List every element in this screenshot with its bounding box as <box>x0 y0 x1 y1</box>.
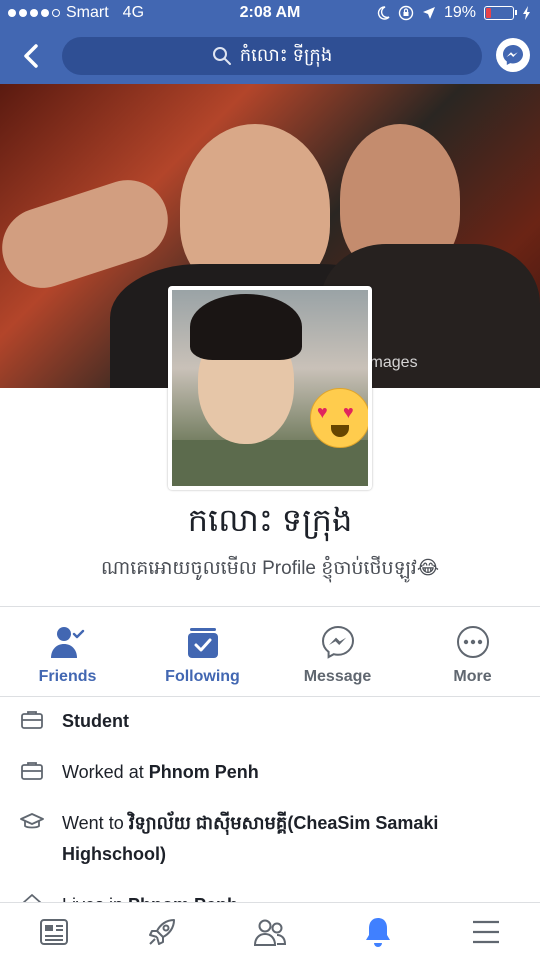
friends-icon <box>50 627 84 658</box>
tab-friends[interactable] <box>216 903 324 961</box>
more-label: More <box>453 668 492 685</box>
intro-education: Went to វិទ្យាល័យ ជាស៊ីមសាមគ្គី(CheaSim … <box>0 798 540 880</box>
battery-percent: 19% <box>443 4 476 21</box>
work-place-link[interactable]: Phnom Penh <box>149 762 259 782</box>
intro-student: Student <box>0 696 540 747</box>
message-button[interactable]: Message <box>270 612 405 696</box>
briefcase-icon <box>21 711 43 729</box>
message-label: Message <box>303 668 372 685</box>
back-icon <box>24 44 38 68</box>
battery-icon <box>484 6 517 20</box>
messenger-icon <box>321 625 354 659</box>
back-button[interactable] <box>16 40 48 72</box>
location-icon <box>422 7 435 19</box>
tab-notifications[interactable] <box>324 903 432 961</box>
intro-work: Worked at Phnom Penh <box>0 747 540 798</box>
news-feed-icon <box>40 919 68 945</box>
profile-picture-image: ♥ ♥ <box>172 290 368 486</box>
bottom-tab-bar <box>0 902 540 961</box>
more-button[interactable]: More <box>405 612 540 696</box>
friends-button[interactable]: Friends <box>0 612 135 696</box>
tab-news-feed[interactable] <box>0 903 108 961</box>
messenger-icon <box>503 45 523 65</box>
heart-eyes-emoji-icon: ♥ ♥ <box>310 388 368 448</box>
menu-icon <box>473 920 499 944</box>
nav-bar: កំលោះ ទីក្រុង <box>0 28 540 84</box>
education-prefix: Went to <box>62 813 129 833</box>
search-text: កំលោះ ទីក្រុង <box>239 44 333 65</box>
profile-actions: Friends Following Message More <box>0 612 540 696</box>
more-icon <box>456 626 489 658</box>
intro-section: Student Worked at Phnom Penh Went to វិទ… <box>0 696 540 931</box>
status-right: 19% <box>376 4 532 22</box>
rotation-lock-icon <box>398 5 414 21</box>
graduation-cap-icon <box>20 813 44 829</box>
charging-icon <box>523 6 530 20</box>
divider <box>0 606 540 607</box>
work-prefix: Worked at <box>62 762 149 782</box>
search-icon <box>212 47 231 65</box>
search-input[interactable]: កំលោះ ទីក្រុង <box>62 37 482 75</box>
moon-icon <box>377 6 390 20</box>
following-icon <box>187 628 218 658</box>
briefcase-icon <box>21 762 43 780</box>
profile-bio: ណាគេអោយចូលមើល Profile ខ្ញុំចាប់ថើបឡូវ😂 <box>100 558 440 579</box>
profile-name: កលោះ ទក្រុង <box>187 502 353 538</box>
cover-watermark: images <box>366 354 418 371</box>
following-label: Following <box>165 668 240 685</box>
tab-explore[interactable] <box>108 903 216 961</box>
explore-icon <box>149 919 175 945</box>
student-text: Student <box>62 711 129 731</box>
notifications-icon <box>366 918 390 947</box>
friends-label: Friends <box>38 668 97 685</box>
messenger-button[interactable] <box>496 38 530 72</box>
profile-picture[interactable]: ♥ ♥ <box>168 286 372 490</box>
friends-tab-icon <box>253 919 287 946</box>
following-button[interactable]: Following <box>135 612 270 696</box>
status-bar: Smart 4G 2:08 AM 19% <box>0 0 540 28</box>
tab-menu[interactable] <box>432 903 540 961</box>
